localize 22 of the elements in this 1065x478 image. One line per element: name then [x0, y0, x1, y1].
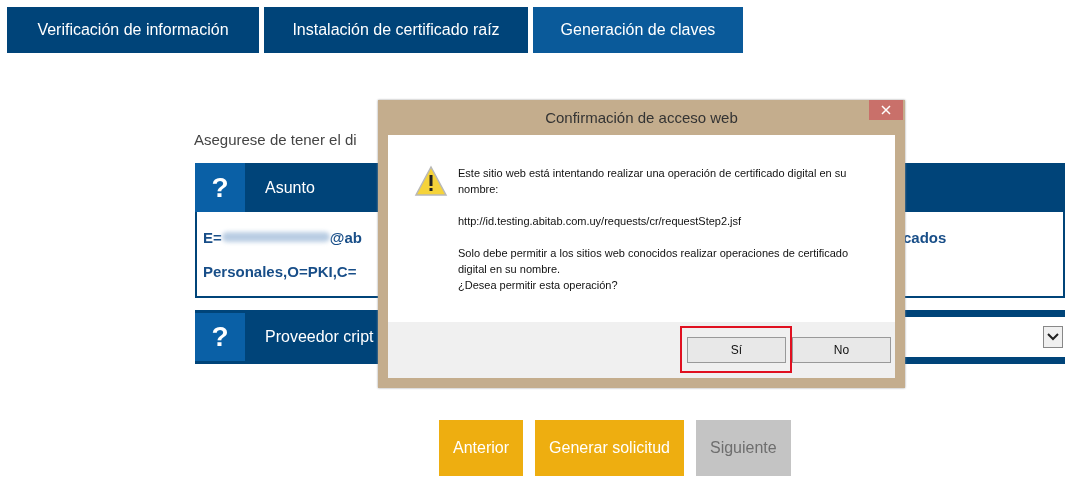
tab[interactable]: Generación de claves [533, 7, 743, 53]
subject-text: @ab [329, 228, 362, 246]
dialog-title: Confirmación de acceso web [545, 109, 738, 126]
help-mark[interactable]: ? [195, 163, 245, 212]
warning-icon [414, 165, 448, 197]
dialog-button[interactable]: No [792, 337, 891, 363]
help-mark[interactable]: ? [195, 313, 245, 361]
dialog-message: Solo debe permitir a los sitios web conocidos realizar operaciones de certificado digital en su nombre. [458, 246, 850, 277]
panel-title: Proveedor cript [265, 328, 375, 346]
panel-title: Asunto [265, 178, 315, 197]
subject-text: E= [203, 228, 222, 246]
dialog-button[interactable]: Sí [687, 337, 786, 363]
chevron-down-icon[interactable] [1043, 326, 1063, 348]
dialog-question: ¿Desea permitir esta operación? [458, 278, 619, 293]
url-text: http://id.testing.abitab.com.uy/requests/cr/requestStep2.jsf [458, 214, 743, 229]
dialog-message: Este sitio web está intentando realizar una operación de certificado digital en su nombre: [458, 166, 848, 197]
instruction-text: Asegurese de tener el di [194, 130, 358, 150]
subject-text: Personales,O=PKI,C= [203, 262, 357, 280]
close-icon[interactable] [869, 100, 903, 120]
tab[interactable]: Instalación de certificado raíz [264, 7, 528, 53]
subject-text: cados [903, 228, 947, 246]
tab[interactable]: Verificación de información [7, 7, 259, 53]
